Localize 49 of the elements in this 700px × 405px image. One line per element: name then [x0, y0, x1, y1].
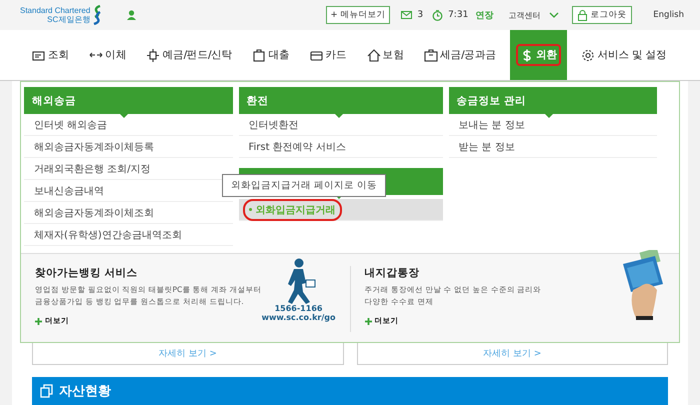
- menu-group-title: 해외송금: [32, 94, 76, 108]
- menu-group-title: 송금정보 관리: [456, 94, 526, 108]
- house-icon: [366, 48, 381, 62]
- mail-icon[interactable]: [401, 11, 412, 19]
- tooltip: 외화입금지급거래 페이지로 이동: [222, 174, 386, 197]
- nav-tab[interactable]: 예금/펀드/신탁: [142, 30, 236, 80]
- logo-text: SC제일은행: [47, 15, 90, 24]
- menu-item[interactable]: 체재자(유학생)연간송금내역조회: [24, 224, 232, 246]
- customer-center-menu[interactable]: 고객센터: [508, 10, 540, 20]
- crosshair-icon: [146, 48, 160, 62]
- bag-icon: [252, 48, 266, 62]
- menu-item[interactable]: 해외송금자동계좌이체등록: [24, 136, 232, 158]
- chevron-down-icon[interactable]: [549, 12, 560, 18]
- website-url: www.sc.co.kr/go: [262, 313, 336, 322]
- session-time: 7:31: [448, 10, 468, 20]
- nav-tab[interactable]: 카드: [306, 30, 351, 80]
- promo-title: 내지갑통장: [364, 266, 420, 280]
- lock-icon: [578, 10, 588, 20]
- menu-item[interactable]: 인터넷 해외송금: [24, 114, 232, 136]
- plus-icon: [35, 318, 42, 324]
- promo-title: 찾아가는뱅킹 서비스: [35, 266, 139, 280]
- briefcase-icon: [424, 48, 438, 62]
- menu-item[interactable]: 해외송금자동계좌이체조회: [24, 202, 232, 224]
- nav-tab[interactable]: 이체: [85, 30, 130, 80]
- menu-item[interactable]: 보내는 분 정보: [448, 114, 657, 136]
- documents-icon: [40, 384, 53, 398]
- user-icon: [127, 10, 136, 20]
- phone-number: 1566-1166: [274, 304, 322, 313]
- nav-tab[interactable]: 조회: [28, 30, 74, 80]
- logo-text: Standard Chartered: [20, 6, 90, 15]
- menu-more-button[interactable]: + 메뉴더보기: [326, 6, 390, 24]
- settings-icon: [581, 48, 596, 62]
- logout-button[interactable]: 로그아웃: [572, 6, 632, 24]
- language-link[interactable]: English: [653, 10, 684, 20]
- hand-passbook-drawing: [621, 250, 665, 320]
- menu-item[interactable]: 받는 분 정보: [448, 136, 657, 158]
- nav-tab[interactable]: 보험: [362, 30, 408, 80]
- nav-tab[interactable]: 서비스 및 설정: [577, 30, 671, 80]
- message-count: 3: [417, 10, 424, 20]
- plus-icon: [364, 318, 372, 324]
- section-title: 자산현황: [59, 383, 111, 400]
- nav-tab[interactable]: 세금/공과금: [420, 30, 500, 80]
- menu-item[interactable]: First 환전예약 서비스: [238, 136, 442, 158]
- menu-group-title: 환전: [246, 94, 268, 108]
- timer-icon: [432, 10, 444, 20]
- nav-tab[interactable]: 대출: [248, 30, 294, 80]
- menu-item[interactable]: 인터넷환전: [238, 114, 442, 136]
- list-icon: [32, 48, 46, 62]
- logo-icon: [92, 5, 102, 25]
